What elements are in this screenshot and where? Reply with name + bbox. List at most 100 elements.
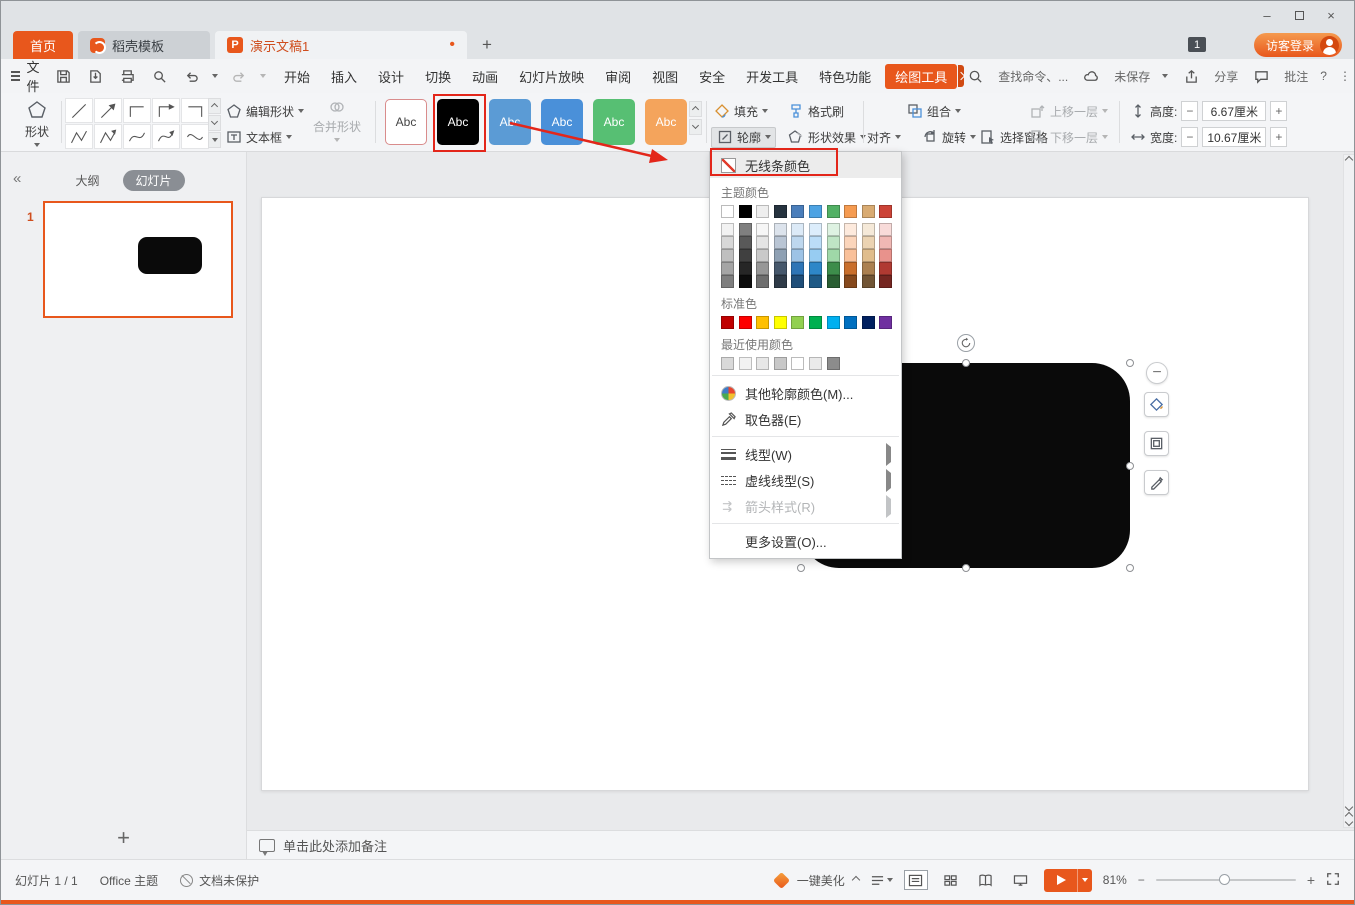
redo-dropdown-icon[interactable] (260, 74, 266, 78)
height-input[interactable] (1202, 101, 1266, 121)
color-swatch[interactable] (791, 236, 804, 249)
tab-insert[interactable]: 插入 (331, 67, 357, 86)
color-swatch[interactable] (739, 249, 752, 262)
help-button[interactable]: ? (1320, 69, 1327, 83)
color-swatch[interactable] (791, 316, 804, 329)
undo-button[interactable] (180, 65, 202, 87)
width-input[interactable] (1202, 127, 1266, 147)
comment-button[interactable]: 批注 (1284, 68, 1308, 85)
color-swatch[interactable] (756, 236, 769, 249)
color-swatch[interactable] (844, 262, 857, 275)
output-button[interactable] (84, 65, 106, 87)
tab-start[interactable]: 开始 (284, 67, 310, 86)
color-swatch[interactable] (809, 205, 822, 218)
color-swatch[interactable] (827, 236, 840, 249)
reading-view-button[interactable] (974, 870, 998, 890)
color-swatch[interactable] (756, 223, 769, 236)
color-swatch[interactable] (844, 249, 857, 262)
view-options-button[interactable] (870, 874, 893, 887)
search-command-input[interactable]: 查找命令、... (998, 68, 1068, 85)
color-swatch[interactable] (809, 275, 822, 288)
minimize-button[interactable]: – (1252, 5, 1282, 25)
maximize-button[interactable] (1284, 5, 1314, 25)
zoom-in-button[interactable]: + (1307, 872, 1315, 888)
color-swatch[interactable] (809, 357, 822, 370)
color-swatch[interactable] (774, 236, 787, 249)
color-swatch[interactable] (862, 316, 875, 329)
color-swatch[interactable] (739, 223, 752, 236)
color-swatch[interactable] (791, 275, 804, 288)
color-swatch[interactable] (844, 316, 857, 329)
rotate-button[interactable]: 旋转 (921, 126, 976, 148)
file-menu[interactable]: 文件 (11, 57, 44, 95)
docer-template-tab[interactable]: 稻壳模板 (78, 31, 210, 59)
zoom-slider[interactable] (1156, 879, 1296, 881)
slide-sorter-view-button[interactable] (939, 870, 963, 890)
send-backward-button[interactable]: 下移一层 (1029, 126, 1108, 148)
line-style-item[interactable]: 线型(W) (710, 441, 901, 467)
print-button[interactable] (116, 65, 138, 87)
gallery-scroll-up[interactable] (208, 98, 221, 114)
eyedropper-item[interactable]: 取色器(E) (710, 406, 901, 432)
color-swatch[interactable] (756, 357, 769, 370)
color-swatch[interactable] (879, 223, 892, 236)
search-icon[interactable] (964, 65, 986, 87)
tab-developer[interactable]: 开发工具 (746, 67, 798, 86)
color-swatch[interactable] (827, 205, 840, 218)
preset-green[interactable]: Abc (593, 99, 635, 145)
notes-bar[interactable]: 单击此处添加备注 (247, 830, 1355, 859)
color-swatch[interactable] (879, 205, 892, 218)
preset-orange[interactable]: Abc (645, 99, 687, 145)
close-button[interactable]: × (1316, 5, 1346, 25)
color-swatch[interactable] (791, 262, 804, 275)
color-swatch[interactable] (791, 357, 804, 370)
color-swatch[interactable] (862, 223, 875, 236)
quick-style-button[interactable] (1144, 470, 1169, 495)
shape-line[interactable] (65, 98, 93, 123)
redo-button[interactable] (228, 65, 250, 87)
shape-elbow-connector-2[interactable] (181, 98, 209, 123)
color-swatch[interactable] (756, 249, 769, 262)
height-increase-button[interactable]: + (1270, 101, 1287, 121)
quick-layout-button[interactable] (1144, 431, 1169, 456)
shape-quick-minus-button[interactable]: − (1146, 362, 1168, 384)
fullscreen-button[interactable] (1326, 872, 1340, 889)
preset-black-selected[interactable]: Abc (437, 99, 479, 145)
resize-handle-right[interactable] (1126, 462, 1134, 470)
preset-blue-2[interactable]: Abc (541, 99, 583, 145)
notification-badge[interactable]: 1 (1188, 37, 1206, 52)
resize-handle-bottom-center[interactable] (962, 564, 970, 572)
color-swatch[interactable] (721, 236, 734, 249)
color-swatch[interactable] (721, 205, 734, 218)
color-swatch[interactable] (809, 316, 822, 329)
color-swatch[interactable] (791, 249, 804, 262)
normal-view-button[interactable] (904, 870, 928, 890)
add-slide-button[interactable]: + (1, 825, 246, 851)
color-swatch[interactable] (844, 223, 857, 236)
vertical-scrollbar[interactable] (1343, 154, 1355, 828)
color-swatch[interactable] (739, 262, 752, 275)
text-box-button[interactable]: 文本框 (225, 126, 292, 148)
shapes-button[interactable]: 形状 (15, 98, 59, 148)
color-swatch[interactable] (721, 262, 734, 275)
outline-pane-tab[interactable]: 大纲 (62, 170, 112, 191)
color-swatch[interactable] (809, 249, 822, 262)
color-swatch[interactable] (879, 262, 892, 275)
color-swatch[interactable] (844, 275, 857, 288)
slides-pane-tab[interactable]: 幻灯片 (123, 170, 185, 191)
shape-zigzag[interactable] (65, 124, 93, 149)
color-swatch[interactable] (827, 249, 840, 262)
color-swatch[interactable] (739, 357, 752, 370)
undo-dropdown-icon[interactable] (212, 74, 218, 78)
color-swatch[interactable] (879, 249, 892, 262)
theme-name[interactable]: Office 主题 (100, 872, 158, 889)
shape-s-curve[interactable] (181, 124, 209, 149)
color-swatch[interactable] (774, 275, 787, 288)
color-swatch[interactable] (739, 316, 752, 329)
preset-blue[interactable]: Abc (489, 99, 531, 145)
color-swatch[interactable] (879, 316, 892, 329)
home-tab[interactable]: 首页 (13, 31, 73, 59)
color-swatch[interactable] (862, 205, 875, 218)
height-decrease-button[interactable]: − (1181, 101, 1198, 121)
more-outline-colors-item[interactable]: 其他轮廓颜色(M)... (710, 380, 901, 406)
